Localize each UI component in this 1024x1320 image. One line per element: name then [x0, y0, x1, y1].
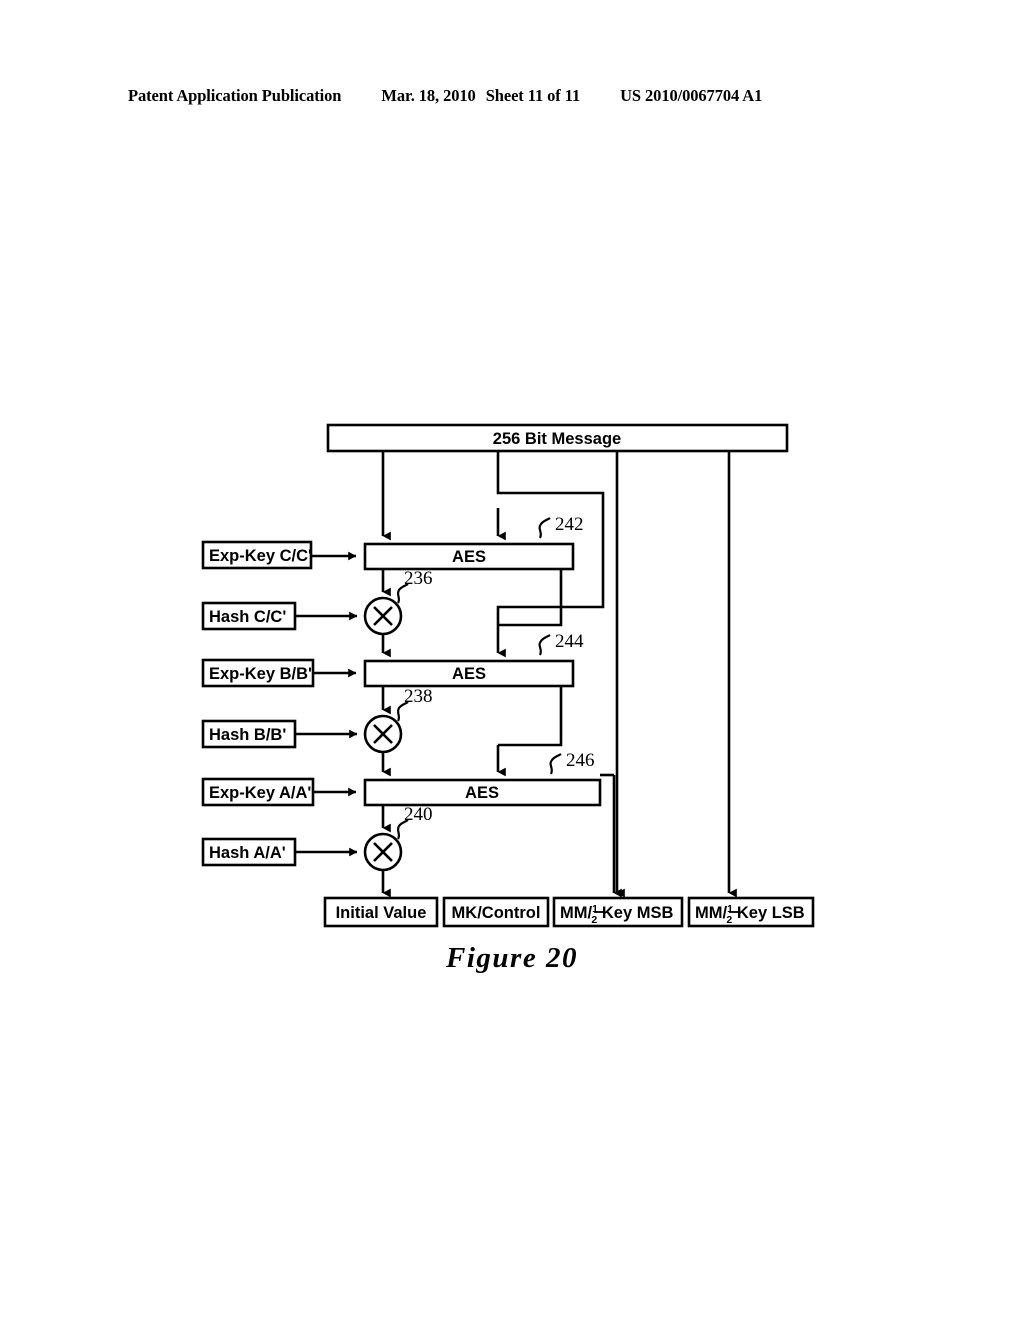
figure-caption: Figure 20: [446, 942, 578, 974]
ref-number-244: 244: [555, 631, 584, 652]
exp-key-a-label: Exp-Key A/A': [209, 784, 311, 802]
ref-number-238: 238: [404, 686, 433, 707]
hash-a-label: Hash A/A': [209, 844, 286, 862]
ref-number-240: 240: [404, 804, 433, 825]
aes-block-244-label: AES: [452, 665, 486, 683]
ref-number-236: 236: [404, 568, 433, 589]
aes-block-242-label: AES: [452, 548, 486, 566]
hash-c-label: Hash C/C': [209, 608, 286, 626]
aes-block-246-label: AES: [465, 784, 499, 802]
mk-control-label: MK/Control: [452, 904, 541, 922]
mm-key-msb-prefix: MM/: [560, 904, 592, 922]
exp-key-c-label: Exp-Key C/C': [209, 547, 312, 565]
mm-key-lsb-prefix: MM/: [695, 904, 727, 922]
figure-20-diagram: 256 Bit Message AES AES AES 242 244 246 …: [0, 0, 1024, 1320]
mm-key-lsb-suffix: Key LSB: [732, 904, 805, 922]
ref-number-246: 246: [566, 750, 595, 771]
message-box-label: 256 Bit Message: [493, 430, 621, 448]
ref-number-242: 242: [555, 514, 584, 535]
hash-b-label: Hash B/B': [209, 726, 286, 744]
exp-key-b-label: Exp-Key B/B': [209, 665, 312, 683]
initial-value-label: Initial Value: [336, 904, 427, 922]
mm-key-msb-suffix: Key MSB: [597, 904, 673, 922]
